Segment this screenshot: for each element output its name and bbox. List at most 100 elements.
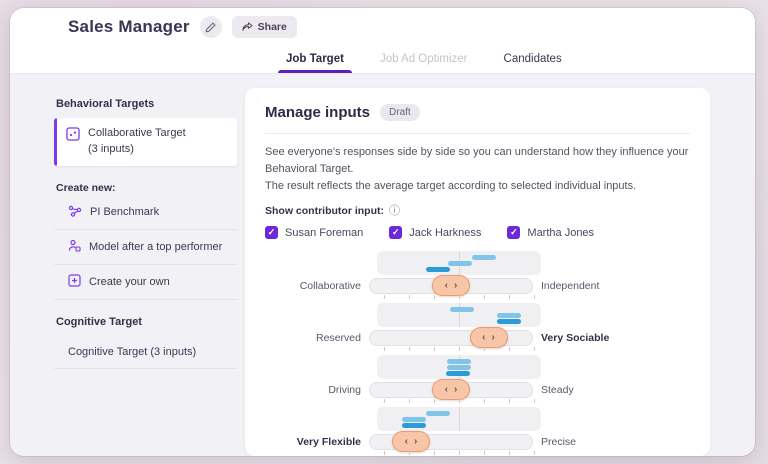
tick-mark bbox=[384, 347, 385, 351]
create-new-label: Create new: bbox=[56, 182, 237, 194]
contributor-input-bar bbox=[450, 307, 474, 312]
checkbox-icon: ✓ bbox=[507, 226, 520, 239]
factor-slider-row: Reserved ‹› Very Sociable bbox=[265, 329, 690, 347]
factor-right-label: Precise bbox=[533, 436, 576, 448]
contributor-input-bar bbox=[448, 261, 472, 266]
contributor-name: Susan Foreman bbox=[285, 227, 363, 239]
info-icon[interactable]: ⓘ bbox=[389, 206, 400, 217]
tab-job-target[interactable]: Job Target bbox=[272, 53, 358, 73]
tick-mark bbox=[459, 295, 460, 299]
tick-mark bbox=[534, 451, 535, 455]
contributor-inputs-box bbox=[377, 407, 541, 431]
contributor-input-bar bbox=[497, 319, 521, 324]
tab-candidates[interactable]: Candidates bbox=[490, 53, 576, 73]
factor-track: ‹› bbox=[369, 433, 533, 451]
behavioral-target-handle[interactable]: ‹› bbox=[470, 327, 508, 348]
factor-row-driving: Driving ‹› Steady bbox=[265, 355, 690, 404]
contributor-input-bar bbox=[426, 267, 450, 272]
factor-slider-row: Very Flexible ‹› Precise bbox=[265, 433, 690, 451]
contributor-checkboxes: ✓Susan Foreman ✓ Jack Harkness ✓ Martha Jone… bbox=[265, 226, 690, 239]
sidebar-item-label: Create your own bbox=[89, 276, 170, 288]
tick-mark bbox=[434, 295, 435, 299]
behavioral-target-handle[interactable]: ‹› bbox=[432, 275, 470, 296]
app-window: Sales Manager Share Job Target Job Ad Opt… bbox=[10, 8, 755, 456]
factor-left-label: Very Flexible bbox=[265, 436, 369, 448]
contributor-input-bar bbox=[497, 313, 521, 318]
factor-row-reserved: Reserved ‹› Very Sociable bbox=[265, 303, 690, 352]
cognitive-target-heading: Cognitive Target bbox=[56, 316, 237, 328]
tick-mark bbox=[459, 451, 460, 455]
contributor-inputs-box bbox=[377, 251, 541, 275]
behavioral-targets-heading: Behavioral Targets bbox=[56, 98, 237, 110]
checkbox-icon: ✓ bbox=[389, 226, 402, 239]
contributor-checkbox-susan-foreman[interactable]: ✓Susan Foreman bbox=[265, 226, 363, 239]
sidebar-item-cognitive-target[interactable]: Cognitive Target (3 inputs) bbox=[54, 336, 237, 369]
factor-right-label: Steady bbox=[533, 384, 574, 396]
pencil-icon bbox=[205, 22, 216, 33]
factor-slider-row: Collaborative ‹› Independent bbox=[265, 277, 690, 295]
factor-row-collaborative: Collaborative ‹› Independent bbox=[265, 251, 690, 300]
sidebar-item-label: PI Benchmark bbox=[90, 206, 159, 218]
contributor-input-bar bbox=[402, 423, 426, 428]
sigma-ticks bbox=[377, 451, 541, 456]
draft-badge: Draft bbox=[380, 104, 420, 121]
title-bar: Sales Manager Share bbox=[10, 8, 755, 46]
factor-left-label: Reserved bbox=[265, 332, 369, 344]
share-button[interactable]: Share bbox=[232, 16, 297, 38]
contributor-name: Martha Jones bbox=[527, 227, 594, 239]
sidebar: Behavioral Targets Collaborative Target … bbox=[54, 88, 237, 456]
tick-mark bbox=[434, 451, 435, 455]
factor-right-label: Very Sociable bbox=[533, 332, 609, 344]
slider-track bbox=[369, 330, 533, 346]
factor-right-label: Independent bbox=[533, 280, 599, 292]
contributor-input-bar bbox=[447, 359, 471, 364]
contributor-checkbox-martha-jones[interactable]: ✓ Martha Jones bbox=[507, 226, 594, 239]
tick-mark bbox=[409, 295, 410, 299]
create-new-list: PI Benchmark Model after a top performer C… bbox=[54, 196, 237, 300]
tick-mark bbox=[409, 399, 410, 403]
behavioral-target-handle[interactable]: ‹› bbox=[392, 431, 430, 452]
description-text: See everyone's responses side by side so… bbox=[265, 144, 690, 195]
center-gridline bbox=[459, 407, 460, 431]
tick-mark bbox=[534, 347, 535, 351]
tick-mark bbox=[484, 295, 485, 299]
contributor-checkbox-jack-harkness[interactable]: ✓ Jack Harkness bbox=[389, 226, 481, 239]
content-area: Behavioral Targets Collaborative Target … bbox=[10, 74, 755, 456]
tick-mark bbox=[434, 347, 435, 351]
sidebar-item-model-after-a-top-performer[interactable]: Model after a top performer bbox=[54, 230, 237, 265]
factor-slider-row: Driving ‹› Steady bbox=[265, 381, 690, 399]
contributor-name: Jack Harkness bbox=[409, 227, 481, 239]
tick-mark bbox=[509, 295, 510, 299]
factor-left-label: Collaborative bbox=[265, 280, 369, 292]
behavioral-chart: Collaborative‹›IndependentReserved‹›Very… bbox=[265, 251, 690, 456]
factor-track: ‹› bbox=[369, 381, 533, 399]
create-own-icon bbox=[68, 274, 81, 290]
sidebar-item-create-your-own[interactable]: Create your own bbox=[54, 265, 237, 300]
selected-target-label: Collaborative Target (3 inputs) bbox=[88, 126, 186, 158]
tab-bar: Job Target Job Ad Optimizer Candidates bbox=[10, 46, 755, 74]
contributor-input-bar bbox=[426, 411, 450, 416]
tab-job-ad-optimizer[interactable]: Job Ad Optimizer bbox=[366, 53, 482, 73]
tick-mark bbox=[484, 399, 485, 403]
sidebar-item-label: Model after a top performer bbox=[89, 241, 222, 253]
tick-mark bbox=[509, 451, 510, 455]
behavioral-target-icon bbox=[66, 127, 80, 141]
behavioral-target-handle[interactable]: ‹› bbox=[432, 379, 470, 400]
share-icon bbox=[242, 22, 253, 32]
contributor-input-bar bbox=[446, 371, 470, 376]
sigma-ticks bbox=[377, 347, 541, 352]
tick-mark bbox=[484, 347, 485, 351]
factor-left-label: Driving bbox=[265, 384, 369, 396]
tick-mark bbox=[384, 451, 385, 455]
benchmark-icon bbox=[68, 205, 82, 220]
edit-title-button[interactable] bbox=[200, 16, 222, 38]
contributor-input-bar bbox=[402, 417, 426, 422]
sidebar-item-pi-benchmark[interactable]: PI Benchmark bbox=[54, 196, 237, 230]
tick-mark bbox=[384, 399, 385, 403]
top-performer-icon bbox=[68, 239, 81, 255]
sidebar-item-collaborative-target[interactable]: Collaborative Target (3 inputs) bbox=[54, 118, 237, 166]
tick-mark bbox=[459, 347, 460, 351]
card-title: Manage inputs bbox=[265, 104, 370, 121]
tick-mark bbox=[534, 295, 535, 299]
factor-track: ‹› bbox=[369, 329, 533, 347]
